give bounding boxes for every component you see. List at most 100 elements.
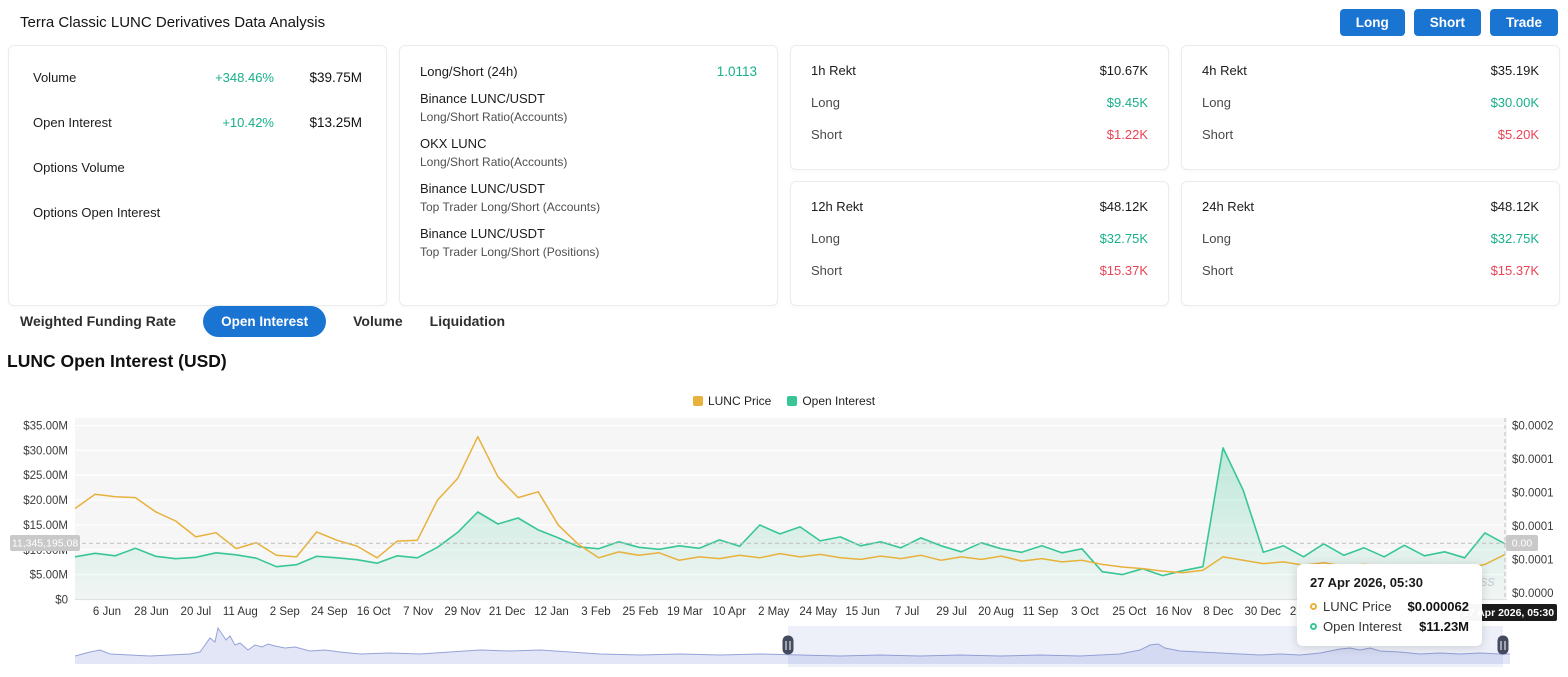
x-tick-label: 11 Aug [223,606,258,618]
ratio-link-top-trader-accounts[interactable]: Binance LUNC/USDT Top Trader Long/Short … [420,181,757,215]
x-tick-label: 29 Jul [936,606,967,618]
tooltip-timestamp: 27 Apr 2026, 05:30 [1310,575,1469,590]
market-stats-card: Volume +348.46% $39.75M Open Interest +1… [8,45,387,306]
rekt-24h-long-label: Long [1202,231,1231,246]
x-tick-label: 20 Jul [181,606,212,618]
rekt-card-24h: 24h Rekt $48.12K Long $32.75K Short $15.37K [1181,181,1560,306]
rekt-12h-long-value: $32.75K [1100,231,1148,246]
rekt-24h-long-value: $32.75K [1491,231,1539,246]
chart-tooltip: 27 Apr 2026, 05:30 LUNC Price $0.000062 … [1297,564,1482,646]
open-interest-swatch-icon [787,396,797,406]
y-left-label: $20.00M [23,495,68,507]
tab-liquidation[interactable]: Liquidation [430,313,505,329]
rekt-column-1: 1h Rekt$10.67K Long$9.45K Short$1.22K 12… [790,45,1169,306]
tooltip-row-open-interest: Open Interest $11.23M [1310,619,1469,634]
rekt-24h-total: $48.12K [1491,199,1539,214]
x-tick-label: 6 Jun [93,606,121,618]
trade-button[interactable]: Trade [1490,9,1558,36]
y-left-label: $25.00M [23,470,68,482]
ratio-link-binance-accounts[interactable]: Binance LUNC/USDT Long/Short Ratio(Accou… [420,91,757,125]
options-volume-row: Options Volume [33,158,362,177]
x-tick-label: 19 Mar [667,606,703,618]
x-tick-label: 28 Jun [134,606,169,618]
long-short-24h-row: Long/Short (24h) 1.0113 [420,64,757,79]
rekt-24h-title: 24h Rekt [1202,199,1254,214]
open-interest-change: +10.42% [222,115,274,130]
rekt-12h-short-label: Short [811,263,842,278]
volume-row: Volume +348.46% $39.75M [33,68,362,87]
long-short-card: Long/Short (24h) 1.0113 Binance LUNC/USD… [399,45,778,306]
rekt-1h-total: $10.67K [1100,63,1148,78]
x-tick-label: 12 Jan [534,606,569,618]
rekt-1h-long-value: $9.45K [1107,95,1148,110]
header-actions: Long Short Trade [1340,9,1558,36]
rekt-24h-short-value: $15.37K [1491,263,1539,278]
x-tick-label: 3 Feb [581,606,610,618]
y-right-label: $0.0000 [1512,588,1554,600]
x-tick-label: 7 Nov [403,606,433,618]
y-right-label: $0.0001 [1512,454,1554,466]
y-left-label: $0 [55,594,68,606]
chart-legend: LUNC Price Open Interest [0,394,1568,408]
options-open-interest-label: Options Open Interest [33,205,362,220]
rekt-1h-long-label: Long [811,95,840,110]
rekt-4h-long-value: $30.00K [1491,95,1539,110]
volume-label: Volume [33,70,215,85]
rekt-24h-short-label: Short [1202,263,1233,278]
y-left-label: $35.00M [23,421,68,433]
x-tick-label: 16 Oct [357,606,392,618]
ratio-link-top-trader-positions[interactable]: Binance LUNC/USDT Top Trader Long/Short … [420,226,757,260]
x-tick-label: 25 Feb [622,606,658,618]
open-interest-row: Open Interest +10.42% $13.25M [33,113,362,132]
open-interest-label: Open Interest [33,115,222,130]
rekt-card-1h: 1h Rekt$10.67K Long$9.45K Short$1.22K [790,45,1169,170]
rekt-column-2: 4h Rekt$35.19K Long$30.00K Short$5.20K 2… [1181,45,1560,306]
derivatives-dashboard: Terra Classic LUNC Derivatives Data Anal… [0,0,1568,677]
x-tick-label: 20 Aug [978,606,1014,618]
rekt-12h-short-value: $15.37K [1100,263,1148,278]
tab-open-interest[interactable]: Open Interest [203,306,326,337]
legend-open-interest[interactable]: Open Interest [787,394,875,408]
page-title: Terra Classic LUNC Derivatives Data Anal… [20,14,325,31]
header: Terra Classic LUNC Derivatives Data Anal… [0,0,1568,45]
y-right-label: $0.0001 [1512,488,1554,500]
long-button[interactable]: Long [1340,9,1405,36]
svg-text:0.00: 0.00 [1512,538,1533,550]
volume-value: $39.75M [300,70,362,85]
tooltip-row-price: LUNC Price $0.000062 [1310,599,1469,614]
rekt-4h-short-value: $5.20K [1498,127,1539,142]
y-left-label: $15.00M [23,520,68,532]
chart-title: LUNC Open Interest (USD) [7,351,227,372]
x-tick-label: 3 Oct [1071,606,1099,618]
watermark: ss [1480,573,1496,590]
x-tick-label: 24 Sep [311,606,347,618]
x-tick-label: 2 Sep [270,606,300,618]
options-volume-label: Options Volume [33,160,362,175]
svg-text:11,345,195.08: 11,345,195.08 [12,538,79,550]
rekt-4h-total: $35.19K [1491,63,1539,78]
y-right-label: $0.0002 [1512,421,1554,433]
short-button[interactable]: Short [1414,9,1481,36]
lunc-price-swatch-icon [693,396,703,406]
open-interest-value: $13.25M [300,115,362,130]
ratio-link-okx-accounts[interactable]: OKX LUNC Long/Short Ratio(Accounts) [420,136,757,170]
tab-volume[interactable]: Volume [353,313,403,329]
x-tick-label: 30 Dec [1244,606,1281,618]
x-tick-label: 16 Nov [1156,606,1193,618]
rekt-4h-short-label: Short [1202,127,1233,142]
navigator-handle-left[interactable] [783,636,794,655]
tab-weighted-funding-rate[interactable]: Weighted Funding Rate [20,313,176,329]
legend-lunc-price[interactable]: LUNC Price [693,394,771,408]
x-tick-label: 8 Dec [1203,606,1233,618]
rekt-12h-long-label: Long [811,231,840,246]
chart-tabs: Weighted Funding Rate Open Interest Volu… [20,305,505,337]
rekt-card-4h: 4h Rekt$35.19K Long$30.00K Short$5.20K [1181,45,1560,170]
x-tick-label: 15 Jun [845,606,880,618]
volume-change: +348.46% [215,70,274,85]
y-left-label: $5.00M [30,570,68,582]
navigator-handle-right[interactable] [1498,636,1509,655]
x-tick-label: 11 Sep [1023,606,1059,618]
y-right-label: $0.0001 [1512,521,1554,533]
lunc-price-marker-icon [1310,603,1317,610]
x-tick-label: 29 Nov [444,606,481,618]
